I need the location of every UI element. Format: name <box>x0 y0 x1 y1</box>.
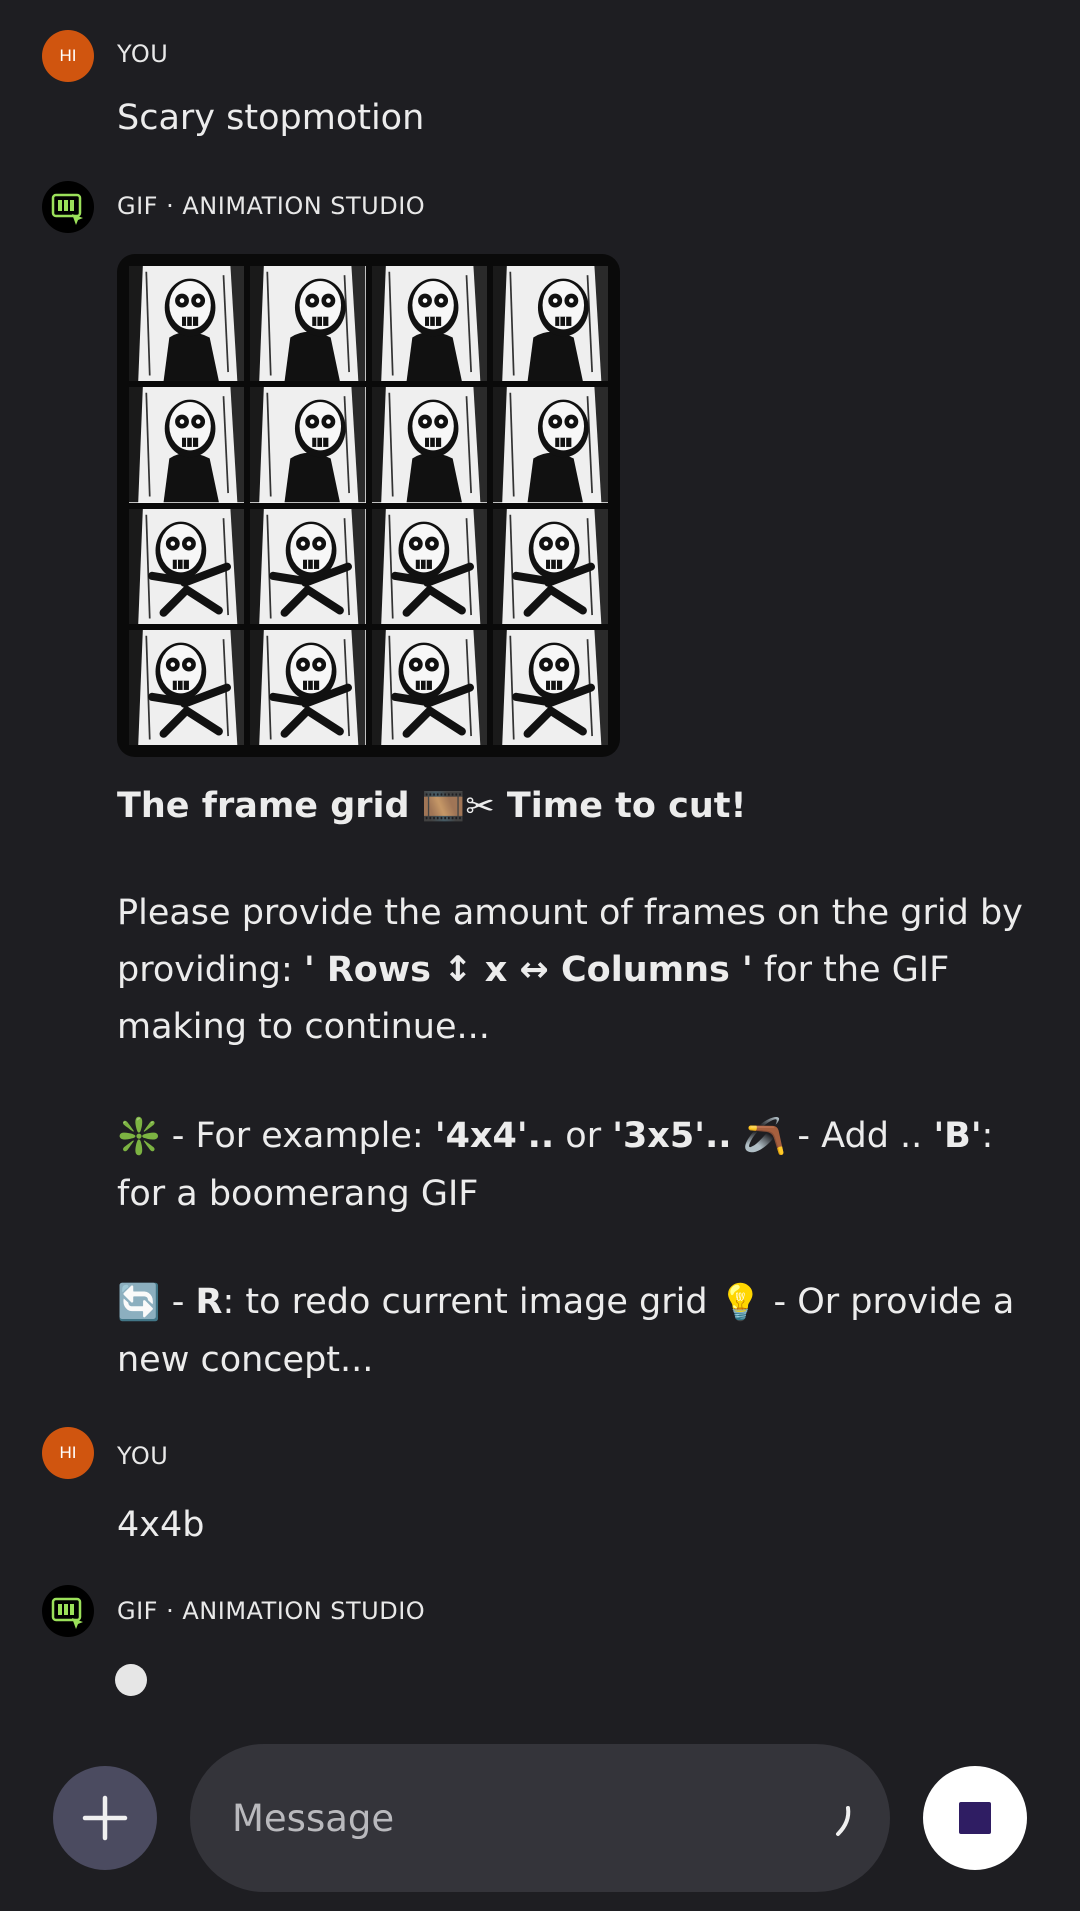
skull-frame-art <box>250 508 366 624</box>
boomerang-icon: 🪃 <box>742 1116 787 1157</box>
p2-text: - For example: <box>160 1116 435 1156</box>
p3-r-option: R <box>195 1282 223 1322</box>
reply-paragraph-2: ❇️ - For example: '4x4'.. or '3x5'.. 🪃 -… <box>117 1108 1047 1223</box>
grid-frame <box>492 508 608 624</box>
user-avatar-initials: HI <box>59 46 77 65</box>
grid-frame <box>371 629 487 745</box>
reply-paragraph-1: Please provide the amount of frames on t… <box>117 885 1047 1056</box>
skull-frame-art <box>371 629 487 745</box>
skull-frame-art <box>371 266 487 382</box>
reply-title-suffix: Time to cut! <box>494 786 747 826</box>
grid-frame <box>492 266 608 382</box>
scissors-icon: ✂ <box>465 786 495 827</box>
skull-frame-art <box>492 629 608 745</box>
grid-frame <box>371 387 487 503</box>
grid-frame <box>129 629 245 745</box>
p2-example-2: '3x5'.. <box>612 1116 732 1156</box>
sender-name: YOU <box>117 40 169 68</box>
p2-example-1: '4x4'.. <box>434 1116 555 1156</box>
p2-b-option: 'B' <box>933 1116 982 1156</box>
p2-add: - Add .. <box>786 1116 934 1156</box>
message-text: 4x4b <box>117 1505 205 1545</box>
bot-avatar[interactable] <box>42 181 94 233</box>
grid-frame <box>250 387 366 503</box>
message-text: Scary stopmotion <box>117 98 425 138</box>
grid-frame <box>129 266 245 382</box>
frame-grid-image[interactable] <box>117 254 620 757</box>
message-placeholder: Message <box>232 1796 395 1840</box>
skull-frame-art <box>129 629 245 745</box>
skull-frame-art <box>129 266 245 382</box>
skull-frame-art <box>371 387 487 503</box>
p2-space <box>732 1116 743 1156</box>
bot-avatar-icon <box>51 193 83 225</box>
skull-frame-art <box>250 629 366 745</box>
attach-button[interactable] <box>53 1766 157 1870</box>
p3-text: : to redo current image grid <box>222 1282 719 1322</box>
skull-frame-art <box>492 266 608 382</box>
reply-title: The frame grid 🎞️✂ Time to cut! <box>117 778 1047 836</box>
skull-frame-art <box>492 387 608 503</box>
grid-frame <box>250 508 366 624</box>
skull-frame-art <box>492 508 608 624</box>
stop-icon <box>959 1802 991 1834</box>
skull-frame-art <box>129 508 245 624</box>
grid-frame <box>129 387 245 503</box>
user-avatar[interactable]: HI <box>42 30 94 82</box>
bot-avatar[interactable] <box>42 1585 94 1637</box>
sparkle-icon: ❇️ <box>117 1116 161 1157</box>
grid-frame <box>129 508 245 624</box>
user-avatar-initials: HI <box>59 1443 77 1462</box>
user-avatar[interactable]: HI <box>42 1427 94 1479</box>
lightbulb-icon: 💡 <box>718 1282 763 1323</box>
skull-frame-art <box>371 508 487 624</box>
bot-avatar-icon <box>51 1597 83 1629</box>
typing-indicator <box>115 1664 147 1696</box>
grid-frame <box>250 266 366 382</box>
skull-frame-art <box>129 387 245 503</box>
redo-icon: 🔄 <box>117 1282 161 1323</box>
grid-frame <box>250 629 366 745</box>
composer-bar: Message <box>0 1740 1080 1892</box>
p3-dash: - <box>160 1282 196 1322</box>
reply-title-text: The frame grid <box>117 786 422 826</box>
sender-name: GIF · ANIMATION STUDIO <box>117 1597 426 1625</box>
grid-frame <box>492 387 608 503</box>
grid-frame <box>371 266 487 382</box>
p1-rows-columns: ' Rows ↕ x ↔ Columns ' <box>303 950 753 990</box>
skull-frame-art <box>250 387 366 503</box>
grid-frame <box>492 629 608 745</box>
message-input[interactable]: Message <box>190 1744 890 1892</box>
plus-icon <box>82 1795 128 1841</box>
p2-or: or <box>554 1116 613 1156</box>
grid-frame <box>371 508 487 624</box>
reply-paragraph-3: 🔄 - R: to redo current image grid 💡 - Or… <box>117 1274 1047 1389</box>
sender-name: GIF · ANIMATION STUDIO <box>117 192 426 220</box>
stop-button[interactable] <box>923 1766 1027 1870</box>
voice-icon[interactable] <box>832 1804 856 1838</box>
sender-name: YOU <box>117 1442 169 1470</box>
film-frames-icon: 🎞️ <box>421 786 466 827</box>
skull-frame-art <box>250 266 366 382</box>
